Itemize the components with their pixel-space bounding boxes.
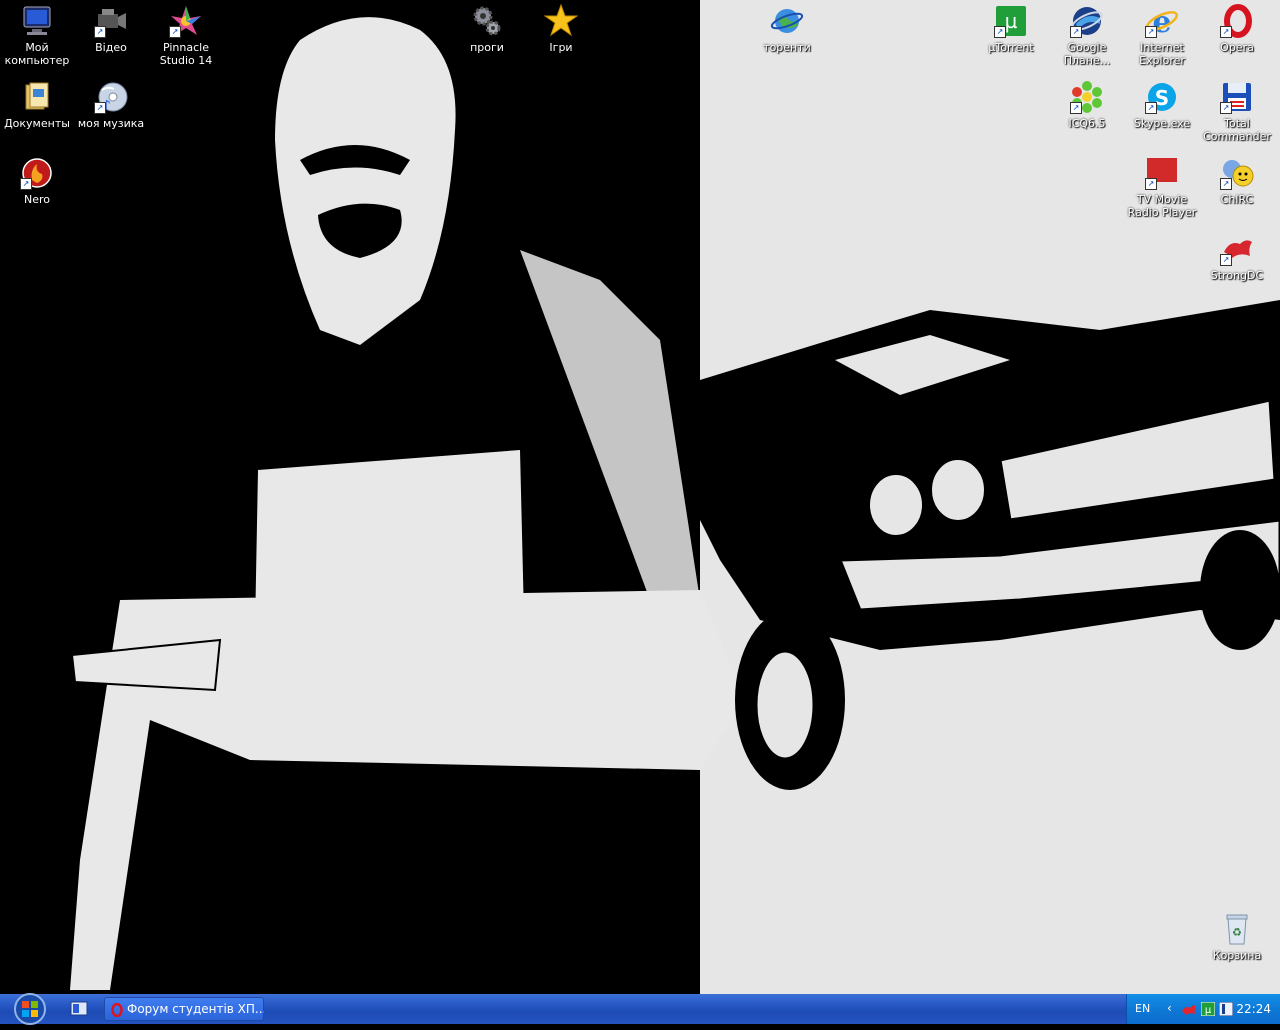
- show-desktop-icon: [70, 1001, 88, 1016]
- taskbar: Форум студентів ХП... EN ‹ µ 22:24: [0, 992, 1280, 1026]
- system-tray: EN ‹ µ 22:24: [1126, 994, 1280, 1024]
- desktop-icon-skype[interactable]: S ↗ Skype.exe: [1125, 78, 1199, 130]
- desktop-icon-icq[interactable]: ↗ ICQ6.5: [1050, 78, 1124, 130]
- shortcut-arrow-icon: ↗: [1070, 102, 1082, 114]
- chirc-icon: ↗: [1220, 156, 1254, 190]
- desktop-icon-chirc[interactable]: ↗ ChIRC: [1200, 154, 1274, 206]
- desktop-icon-total-commander[interactable]: ↗ Total Commander: [1200, 78, 1274, 143]
- strongdc-tray-icon[interactable]: [1181, 1002, 1195, 1016]
- strongdc-icon: ↗: [1220, 232, 1254, 266]
- pinnacle-icon: ↗: [169, 4, 203, 38]
- clock[interactable]: 22:24: [1236, 1002, 1271, 1016]
- shortcut-arrow-icon: ↗: [1220, 254, 1232, 266]
- desktop-icon-strongdc[interactable]: ↗ StrongDC: [1200, 230, 1274, 282]
- shortcut-arrow-icon: ↗: [94, 102, 106, 114]
- shortcut-arrow-icon: ↗: [1145, 102, 1157, 114]
- shortcut-arrow-icon: ↗: [994, 26, 1006, 38]
- taskbar-button-label: Форум студентів ХП...: [127, 1002, 264, 1016]
- wallpaper-car-headlight-2: [928, 456, 988, 524]
- quick-launch-show-desktop[interactable]: [68, 999, 90, 1019]
- shortcut-arrow-icon: ↗: [1220, 178, 1232, 190]
- skype-icon: S ↗: [1145, 80, 1179, 114]
- desktop-icon-my-computer[interactable]: Мой компьютер: [0, 2, 74, 67]
- desktop-icon-igry[interactable]: Ігри: [524, 2, 598, 54]
- ie-icon: e ↗: [1145, 4, 1179, 40]
- shortcut-arrow-icon: ↗: [94, 26, 106, 38]
- shortcut-arrow-icon: ↗: [169, 26, 181, 38]
- monitor-icon: [20, 4, 54, 38]
- desktop-icon-documents[interactable]: Документы: [0, 78, 74, 130]
- globe-icon: [770, 4, 804, 38]
- desktop-icon-google-earth[interactable]: ↗ Google Плане...: [1050, 2, 1124, 67]
- nero-icon: ↗: [20, 156, 54, 190]
- windows-orb-icon: [14, 993, 46, 1025]
- star-icon: [543, 3, 579, 38]
- utorrent-icon: µ ↗: [994, 4, 1028, 38]
- google-earth-icon: ↗: [1070, 4, 1104, 38]
- shortcut-arrow-icon: ↗: [1145, 26, 1157, 38]
- desktop-icon-utorrent[interactable]: µ ↗ µTorrent: [974, 2, 1048, 54]
- shortcut-arrow-icon: ↗: [20, 178, 32, 190]
- tv-icon: ↗: [1145, 156, 1179, 190]
- taskbar-button-forum[interactable]: Форум студентів ХП...: [104, 997, 264, 1021]
- wallpaper-sleeve: [520, 250, 700, 600]
- icq-flower-icon: ↗: [1070, 80, 1104, 114]
- desktop-icon-my-music[interactable]: ♪ ↗ моя музика: [74, 78, 148, 130]
- shortcut-arrow-icon: ↗: [1145, 178, 1157, 190]
- wallpaper-car-wheel-2: [1200, 530, 1280, 650]
- wallpaper-car-headlight-1: [866, 471, 926, 539]
- opera-icon: ↗: [1220, 4, 1254, 38]
- desktop-icon-opera[interactable]: ↗ Opera: [1200, 2, 1274, 54]
- wallpaper-head: [275, 17, 456, 346]
- video-camera-icon: ↗: [94, 4, 128, 38]
- desktop-icon-video[interactable]: ↗ Відео: [74, 2, 148, 54]
- wallpaper-car-rim: [752, 647, 818, 763]
- desktop: Мой компьютер ↗ Відео ↗ Pinnacle Studio …: [0, 0, 1280, 994]
- svg-text:µ: µ: [1205, 1005, 1212, 1016]
- desktop-icon-internet-explorer[interactable]: e ↗ Internet Explorer: [1125, 2, 1199, 67]
- gears-icon: [470, 4, 504, 38]
- desktop-icon-torrents[interactable]: торенти: [750, 2, 824, 54]
- shortcut-arrow-icon: ↗: [1220, 102, 1232, 114]
- desktop-icon-pinnacle[interactable]: ↗ Pinnacle Studio 14: [149, 2, 223, 67]
- svg-text:µ: µ: [1005, 9, 1018, 33]
- floppy-icon: ↗: [1220, 80, 1254, 114]
- svg-text:♻: ♻: [1232, 926, 1242, 939]
- shortcut-arrow-icon: ↗: [1220, 26, 1232, 38]
- opera-icon: [111, 1002, 123, 1017]
- recycle-bin-icon: ♻: [1220, 912, 1254, 946]
- music-cd-icon: ♪ ↗: [94, 80, 128, 114]
- documents-icon: [20, 80, 54, 114]
- total-commander-tray-icon[interactable]: [1219, 1002, 1233, 1016]
- show-hidden-icons-chevron-icon[interactable]: ‹: [1167, 1001, 1172, 1015]
- desktop-icon-recycle-bin[interactable]: ♻ Корзина: [1200, 910, 1274, 962]
- shortcut-arrow-icon: ↗: [1070, 26, 1082, 38]
- start-button[interactable]: [2, 992, 50, 1026]
- utorrent-tray-icon[interactable]: µ: [1201, 1002, 1215, 1016]
- wallpaper-finger: [70, 638, 222, 692]
- desktop-icon-nero[interactable]: ↗ Nero: [0, 154, 74, 206]
- desktop-icon-tv-movie[interactable]: ↗ TV Movie Radio Player: [1125, 154, 1199, 219]
- desktop-icon-progy[interactable]: проги: [450, 2, 524, 54]
- wallpaper-illustration: [70, 17, 1280, 990]
- language-indicator[interactable]: EN: [1135, 1002, 1150, 1015]
